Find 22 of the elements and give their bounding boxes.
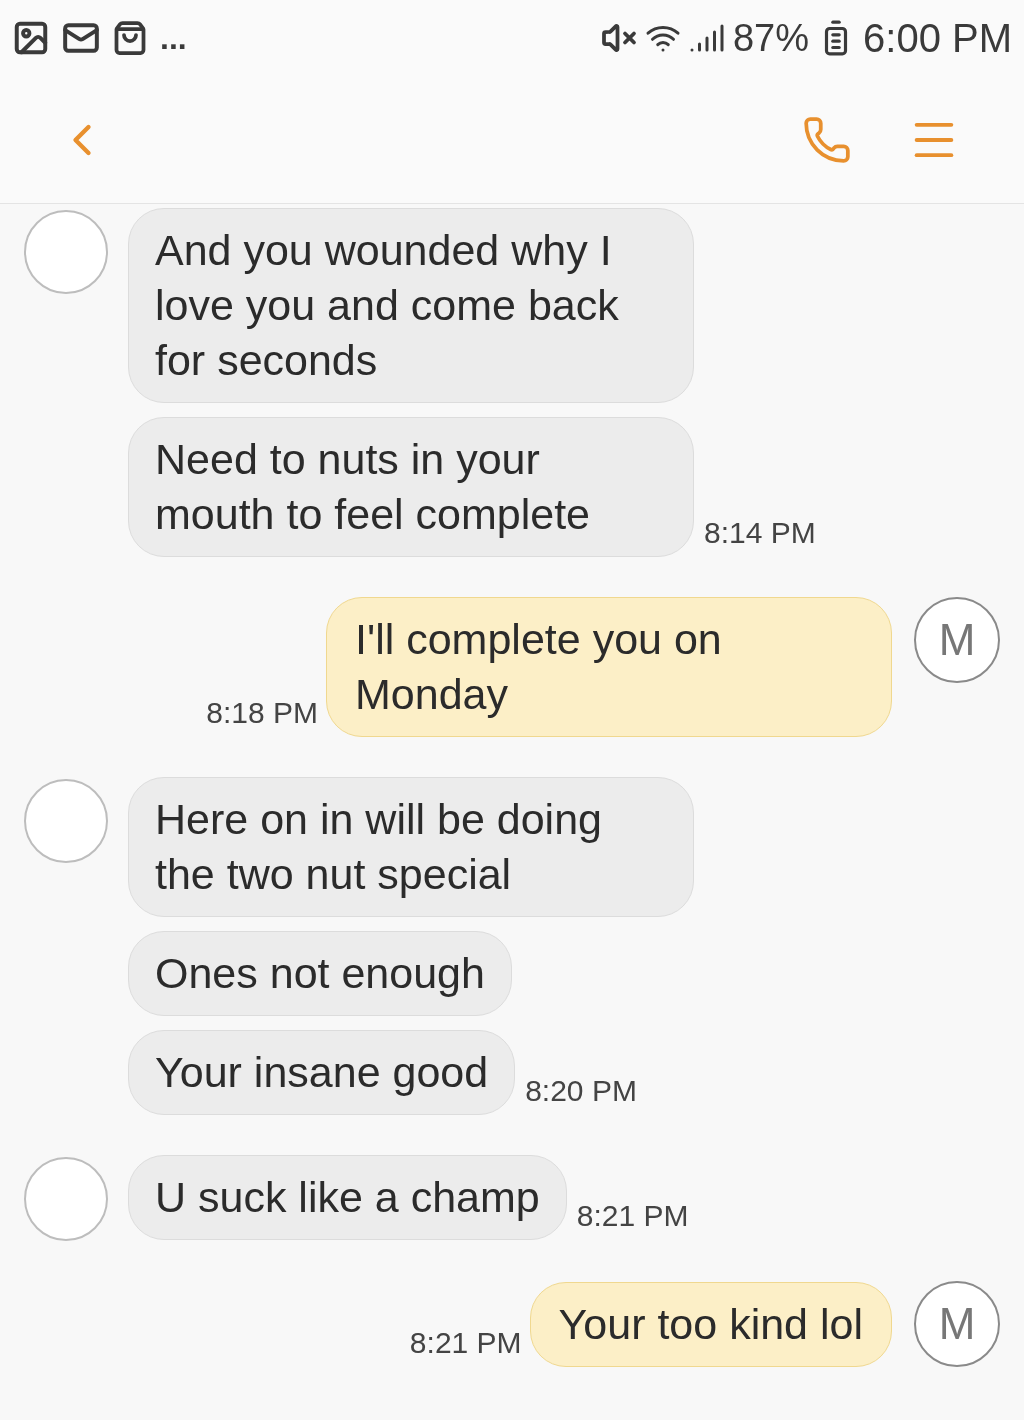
- message-bubble: And you wounded why I love you and come back for seconds: [128, 208, 694, 403]
- image-icon: [12, 19, 50, 57]
- message-bubble: Need to nuts in your mouth to feel complete: [128, 417, 694, 557]
- message-bubble: U suck like a champ: [128, 1155, 567, 1240]
- message-time: 8:20 PM: [525, 1073, 637, 1109]
- message-bubble: I'll complete you on Monday: [326, 597, 892, 737]
- message-time: 8:14 PM: [704, 515, 816, 551]
- avatar: M: [914, 1281, 1000, 1367]
- message-bubble: Your too kind lol: [529, 1282, 892, 1367]
- phone-icon: [802, 114, 852, 165]
- message-time: 8:21 PM: [409, 1325, 522, 1361]
- more-notifications: ...: [160, 19, 187, 58]
- message-time: 8:21 PM: [576, 1198, 689, 1234]
- message-time: 8:18 PM: [206, 695, 318, 731]
- avatar: M: [914, 597, 1000, 683]
- message-bubble: Your insane good: [128, 1030, 516, 1115]
- battery-percent: 87%: [732, 15, 810, 61]
- call-button[interactable]: [802, 114, 852, 165]
- clock: 6:00 PM: [863, 15, 1012, 62]
- bag-icon: [112, 20, 148, 56]
- message-bubble: Here on in will be doing the two nut special: [128, 777, 694, 917]
- message-bubble: Ones not enough: [128, 931, 512, 1016]
